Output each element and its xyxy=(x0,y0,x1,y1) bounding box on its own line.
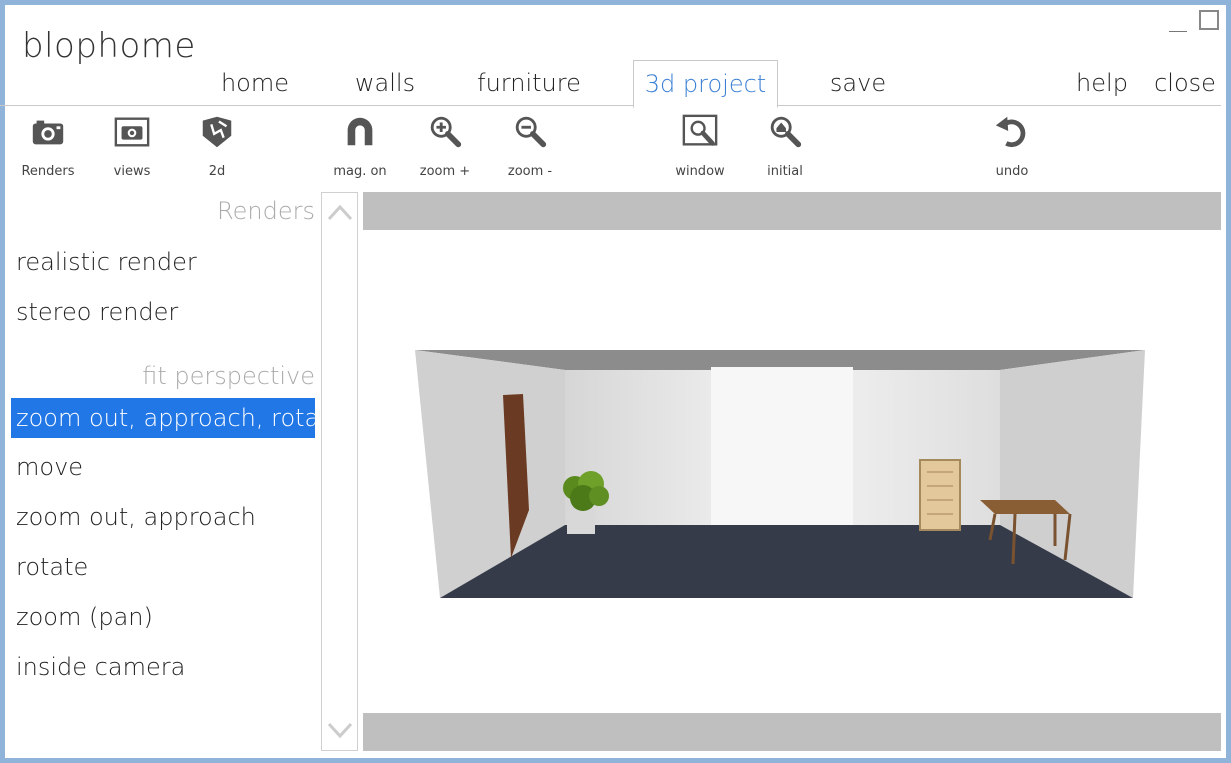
chevron-up-icon[interactable] xyxy=(326,199,354,227)
3d-viewport[interactable] xyxy=(363,192,1221,751)
zoom-window-label: window xyxy=(675,164,725,179)
list-item-stereo-render[interactable]: stereo render xyxy=(11,292,315,332)
views-button[interactable]: views xyxy=(96,112,168,179)
zoom-out-icon xyxy=(510,112,550,152)
tab-walls[interactable]: walls xyxy=(335,60,435,106)
list-item-move[interactable]: move xyxy=(11,447,315,487)
renders-button[interactable]: Renders xyxy=(12,112,84,179)
zoom-in-button[interactable]: zoom + xyxy=(409,112,481,179)
tab-close[interactable]: close xyxy=(1150,60,1220,106)
undo-label: undo xyxy=(995,164,1029,179)
list-item-realistic-render[interactable]: realistic render xyxy=(11,242,315,282)
zoom-out-label: zoom - xyxy=(507,164,553,179)
zoom-initial-label: initial xyxy=(767,164,803,179)
list-item-inside-camera[interactable]: inside camera xyxy=(11,647,315,687)
minimize-icon[interactable] xyxy=(1169,10,1187,32)
magnet-button[interactable]: mag. on xyxy=(324,112,396,179)
fit-perspective-heading: fit perspective xyxy=(142,362,315,390)
tab-help[interactable]: help xyxy=(1068,60,1136,106)
tab-furniture[interactable]: furniture xyxy=(465,60,593,106)
undo-button[interactable]: undo xyxy=(976,112,1048,179)
list-item-rotate[interactable]: rotate xyxy=(11,547,315,587)
camera-icon xyxy=(28,112,68,152)
room-render xyxy=(415,350,1145,598)
views-label: views xyxy=(113,164,151,179)
zoom-in-label: zoom + xyxy=(419,164,471,179)
list-item-zoom-approach[interactable]: zoom out, approach xyxy=(11,497,315,537)
2d-plan-icon xyxy=(197,112,237,152)
zoom-window-button[interactable]: window xyxy=(664,112,736,179)
chevron-down-icon[interactable] xyxy=(326,716,354,744)
2d-label: 2d xyxy=(208,164,226,179)
viewport-top-bar xyxy=(363,192,1221,230)
window-controls xyxy=(1169,10,1219,32)
renders-heading: Renders xyxy=(217,197,315,225)
tab-3d-project[interactable]: 3d project xyxy=(633,60,778,108)
list-item-zoom-approach-rotate[interactable]: zoom out, approach, rotate xyxy=(11,398,315,438)
toolbar: Renders views 2d mag. on zoom + zoom - w… xyxy=(0,112,1221,190)
zoom-in-icon xyxy=(425,112,465,152)
zoom-initial-button[interactable]: initial xyxy=(749,112,821,179)
list-item-zoom-pan[interactable]: zoom (pan) xyxy=(11,597,315,637)
maximize-icon[interactable] xyxy=(1199,10,1219,30)
zoom-home-icon xyxy=(765,112,805,152)
magnet-label: mag. on xyxy=(333,164,387,179)
list-scrollbar[interactable] xyxy=(321,192,358,751)
2d-button[interactable]: 2d xyxy=(181,112,253,179)
magnet-icon xyxy=(340,112,380,152)
tab-save[interactable]: save xyxy=(815,60,901,106)
main-tabs: home walls furniture 3d project save hel… xyxy=(0,58,1221,108)
tab-home[interactable]: home xyxy=(205,60,305,106)
left-panel: Renders realistic render stereo render f… xyxy=(5,192,320,752)
zoom-window-icon xyxy=(680,112,720,152)
zoom-out-button[interactable]: zoom - xyxy=(494,112,566,179)
renders-label: Renders xyxy=(21,164,75,179)
views-camera-icon xyxy=(112,112,152,152)
viewport-bottom-bar xyxy=(363,713,1221,751)
undo-icon xyxy=(992,112,1032,152)
